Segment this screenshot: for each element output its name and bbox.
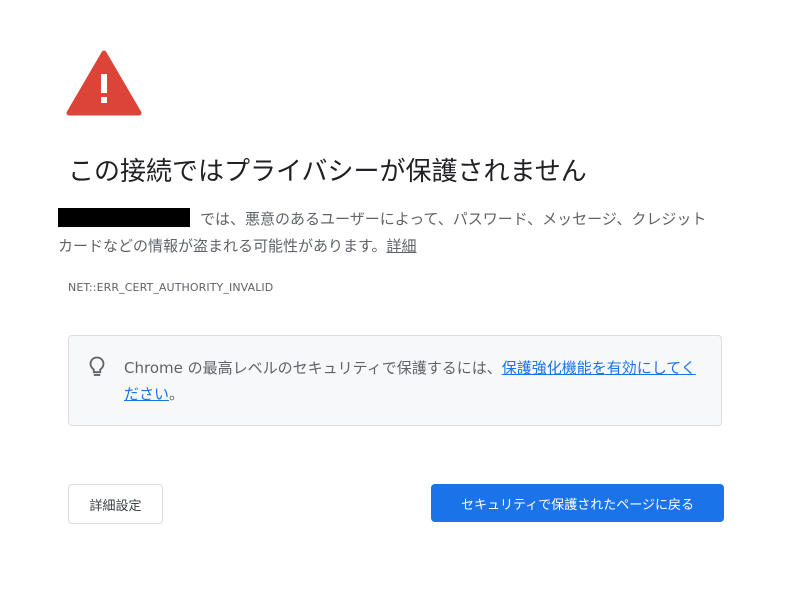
details-link[interactable]: 詳細	[387, 237, 417, 255]
tip-text: Chrome の最高レベルのセキュリティで保護するには、保護強化機能を有効にして…	[124, 355, 699, 407]
warning-icon	[66, 50, 142, 116]
tip-text-suffix: 。	[169, 385, 185, 403]
page-title: この接続ではプライバシーが保護されません	[68, 157, 587, 187]
tip-text-prefix: Chrome の最高レベルのセキュリティで保護するには、	[124, 359, 502, 377]
enhanced-protection-tip: Chrome の最高レベルのセキュリティで保護するには、保護強化機能を有効にして…	[68, 335, 722, 426]
redacted-site-name	[58, 208, 190, 227]
advanced-button[interactable]: 詳細設定	[68, 484, 163, 524]
error-code: NET::ERR_CERT_AUTHORITY_INVALID	[68, 281, 274, 294]
back-to-safety-button[interactable]: セキュリティで保護されたページに戻る	[431, 484, 724, 522]
lightbulb-icon	[89, 356, 105, 376]
warning-description: では、悪意のあるユーザーによって、パスワード、メッセージ、クレジット カードなど…	[58, 206, 726, 260]
security-interstitial-page: この接続ではプライバシーが保護されません では、悪意のあるユーザーによって、パス…	[0, 0, 800, 590]
